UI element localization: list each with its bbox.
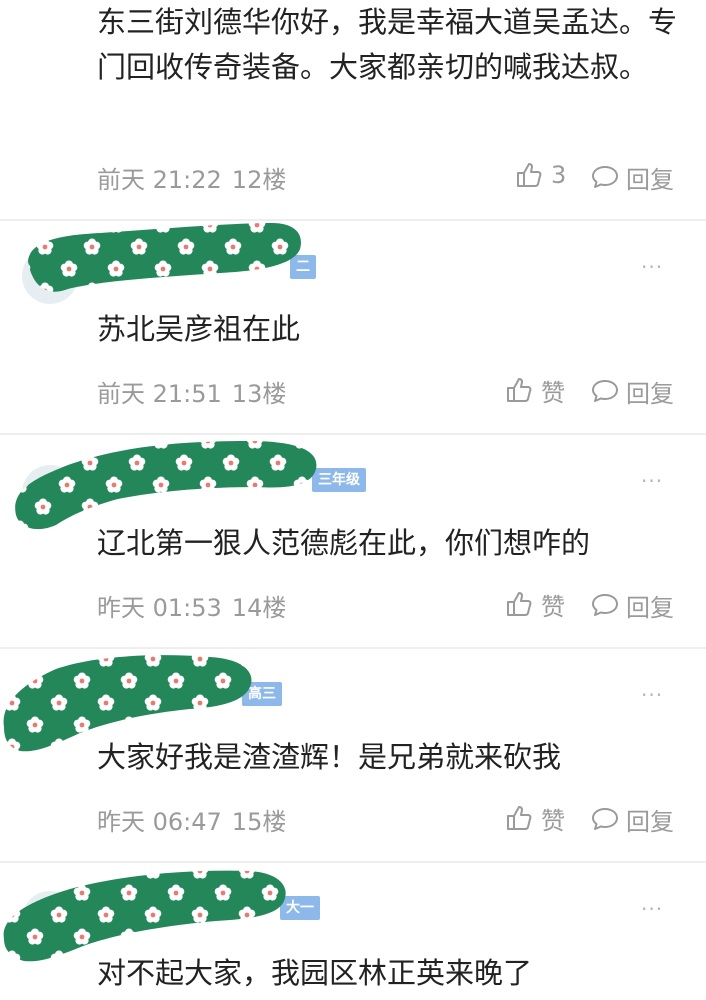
comment-text: 大家好我是渣渣辉！是兄弟就来砍我 — [97, 740, 562, 774]
reply-button[interactable]: 回复 — [590, 804, 674, 836]
speech-bubble-icon — [592, 380, 618, 402]
reply-label: 回复 — [626, 165, 674, 194]
speech-bubble-icon — [592, 594, 618, 616]
speech-bubble-icon — [592, 166, 618, 188]
thumbs-up-icon — [517, 163, 542, 187]
comment-meta: 昨天 06:47 15楼 — [97, 802, 286, 837]
reply-button[interactable]: 回复 — [590, 376, 674, 408]
comment-15: 高三 ··· 大家好我是渣渣辉！是兄弟就来砍我 昨天 06:47 15楼 赞 回复 — [0, 649, 706, 861]
comment-date: 昨天 06:47 — [97, 808, 222, 836]
comment-floor: 14楼 — [231, 594, 287, 622]
more-options-button[interactable]: ··· — [641, 897, 663, 921]
speech-bubble-icon — [592, 808, 618, 830]
comment-date: 前天 21:22 — [97, 166, 222, 194]
more-options-button[interactable]: ··· — [641, 683, 663, 707]
comment-12: 东三街刘德华你好，我是幸福大道吴孟达。专门回收传奇装备。大家都亲切的喊我达叔。 … — [0, 0, 706, 220]
comment-date: 前天 21:51 — [97, 380, 222, 408]
comment-floor: 12楼 — [231, 166, 287, 194]
reply-label: 回复 — [626, 379, 674, 408]
like-label: 赞 — [541, 806, 565, 835]
comment-text: 对不起大家，我园区林正英来晚了 — [97, 956, 533, 990]
comment-13: 二 ··· 苏北吴彦祖在此 前天 21:51 13楼 赞 回复 — [0, 221, 706, 433]
thumbs-up-icon — [507, 592, 532, 616]
comment-text: 东三街刘德华你好，我是幸福大道吴孟达。专门回收传奇装备。大家都亲切的喊我达叔。 — [97, 5, 678, 84]
comment-meta: 昨天 01:53 14楼 — [97, 588, 286, 623]
reply-label: 回复 — [626, 807, 674, 836]
like-button[interactable]: 赞 — [505, 375, 565, 407]
like-button[interactable]: 3 — [515, 160, 566, 190]
comment-text: 辽北第一狠人范德彪在此，你们想咋的 — [97, 526, 591, 560]
like-label: 赞 — [541, 378, 565, 407]
like-button[interactable]: 赞 — [505, 589, 565, 621]
like-label: 赞 — [541, 592, 565, 621]
thumbs-up-icon — [507, 806, 532, 830]
scribble-redaction — [28, 223, 301, 292]
like-count: 3 — [551, 161, 567, 189]
reply-button[interactable]: 回复 — [590, 162, 674, 194]
more-options-button[interactable]: ··· — [641, 255, 663, 279]
like-button[interactable]: 赞 — [505, 803, 565, 835]
comment-text: 苏北吴彦祖在此 — [97, 312, 301, 346]
comment-floor: 13楼 — [231, 380, 287, 408]
comment-meta: 前天 21:51 13楼 — [97, 374, 286, 409]
comment-date: 昨天 01:53 — [97, 594, 222, 622]
comment-14: 三年级 ··· 辽北第一狠人范德彪在此，你们想咋的 昨天 01:53 14楼 赞 … — [0, 435, 706, 647]
reply-label: 回复 — [626, 593, 674, 622]
comment-floor: 15楼 — [231, 808, 287, 836]
comment-16: 大一 ··· 对不起大家，我园区林正英来晚了 — [0, 863, 706, 1000]
more-options-button[interactable]: ··· — [641, 469, 663, 493]
reply-button[interactable]: 回复 — [590, 590, 674, 622]
thumbs-up-icon — [507, 378, 532, 402]
comment-meta: 前天 21:22 12楼 — [97, 160, 286, 195]
